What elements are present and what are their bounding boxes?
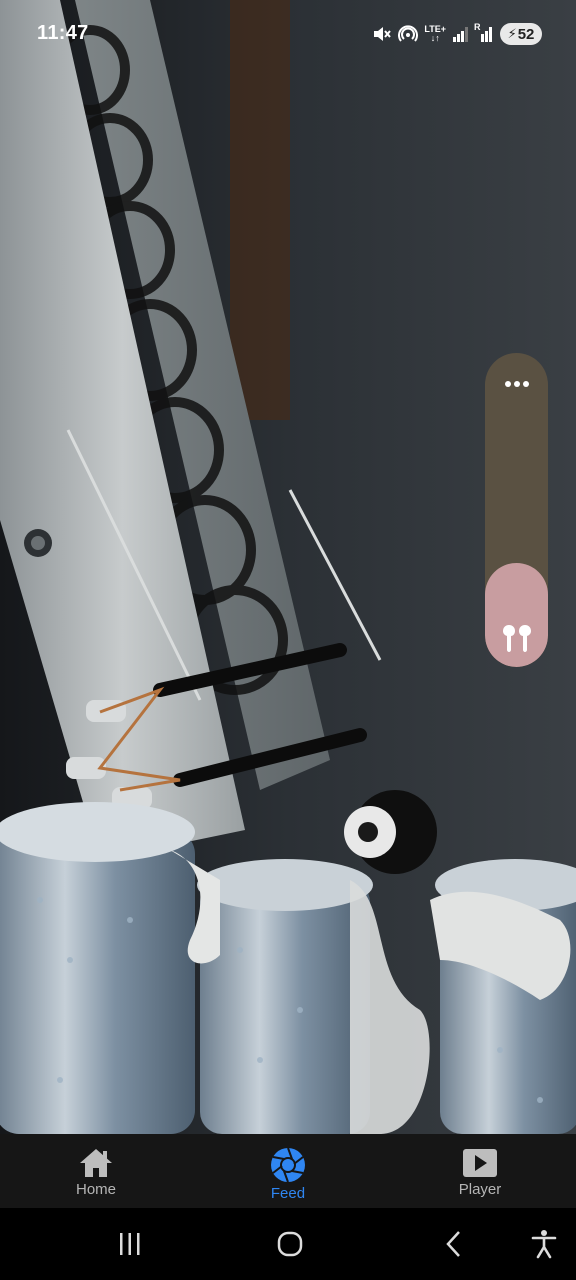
home-icon (80, 1149, 112, 1177)
accessibility-icon (531, 1230, 557, 1259)
battery-level: 52 (517, 25, 535, 43)
volume-more-button[interactable] (485, 371, 548, 397)
play-icon (463, 1149, 497, 1177)
nav-player-label: Player (458, 1181, 502, 1198)
recent-apps-icon (120, 1233, 140, 1255)
earbuds-icon[interactable] (485, 621, 548, 655)
lte-icon: LTE+ ↓↑ (424, 24, 446, 43)
mute-icon (372, 24, 392, 44)
volume-slider[interactable] (485, 353, 548, 667)
nav-feed[interactable]: Feed (192, 1134, 384, 1208)
bottom-navigation: Home Feed Player (0, 1134, 576, 1208)
nav-home-label: Home (75, 1181, 116, 1198)
back-icon (446, 1231, 460, 1257)
system-navigation-bar (0, 1208, 576, 1280)
hotspot-icon (398, 24, 419, 44)
status-bar: 11:47 LTE+ ↓↑ R ⚡ 52 (0, 0, 576, 66)
roaming-label: R (474, 22, 481, 32)
signal-icon (452, 25, 470, 43)
nav-home[interactable]: Home (0, 1134, 192, 1208)
recent-apps-button[interactable] (112, 1228, 148, 1260)
nav-player[interactable]: Player (384, 1134, 576, 1208)
signal-r-icon: R (474, 22, 494, 43)
nav-feed-label: Feed (270, 1185, 306, 1202)
home-circle-icon (277, 1231, 303, 1257)
status-icons: LTE+ ↓↑ R ⚡ 52 (372, 21, 542, 47)
accessibility-button[interactable] (526, 1228, 562, 1260)
back-button[interactable] (436, 1228, 472, 1260)
camera-shutter-icon (271, 1147, 305, 1183)
more-dots-icon (504, 381, 529, 387)
charging-icon: ⚡ (507, 26, 517, 41)
battery-indicator: ⚡ 52 (500, 23, 542, 45)
home-button[interactable] (272, 1228, 308, 1260)
status-time: 11:47 (37, 22, 89, 44)
